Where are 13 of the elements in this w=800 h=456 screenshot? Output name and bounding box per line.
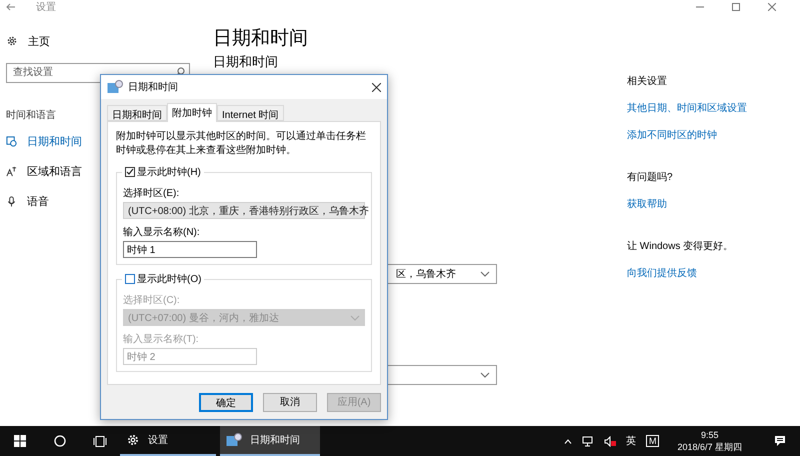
group-heading: 有问题吗?: [627, 171, 674, 184]
field-label: 输入显示名称(T):: [123, 332, 200, 346]
dialog-title: 日期和时间: [128, 80, 178, 94]
description: 附加时钟可以显示其他时区的时间。可以通过单击任务栏时钟或悬停在其上来查看这些附加时钟。: [116, 130, 367, 158]
field-label: 输入显示名称(N):: [123, 226, 201, 239]
group-heading: 让 Windows 变得更好。: [627, 240, 734, 253]
section-title: 日期和时间: [213, 54, 278, 69]
group-heading: 相关设置: [627, 74, 668, 88]
section-heading: 时间和语言: [6, 108, 56, 122]
field-label: 选择时区(C):: [123, 294, 181, 307]
field-label: 选择时区(E):: [123, 186, 180, 200]
page-title: 日期和时间: [213, 28, 308, 50]
window-title: 设置: [36, 0, 56, 14]
